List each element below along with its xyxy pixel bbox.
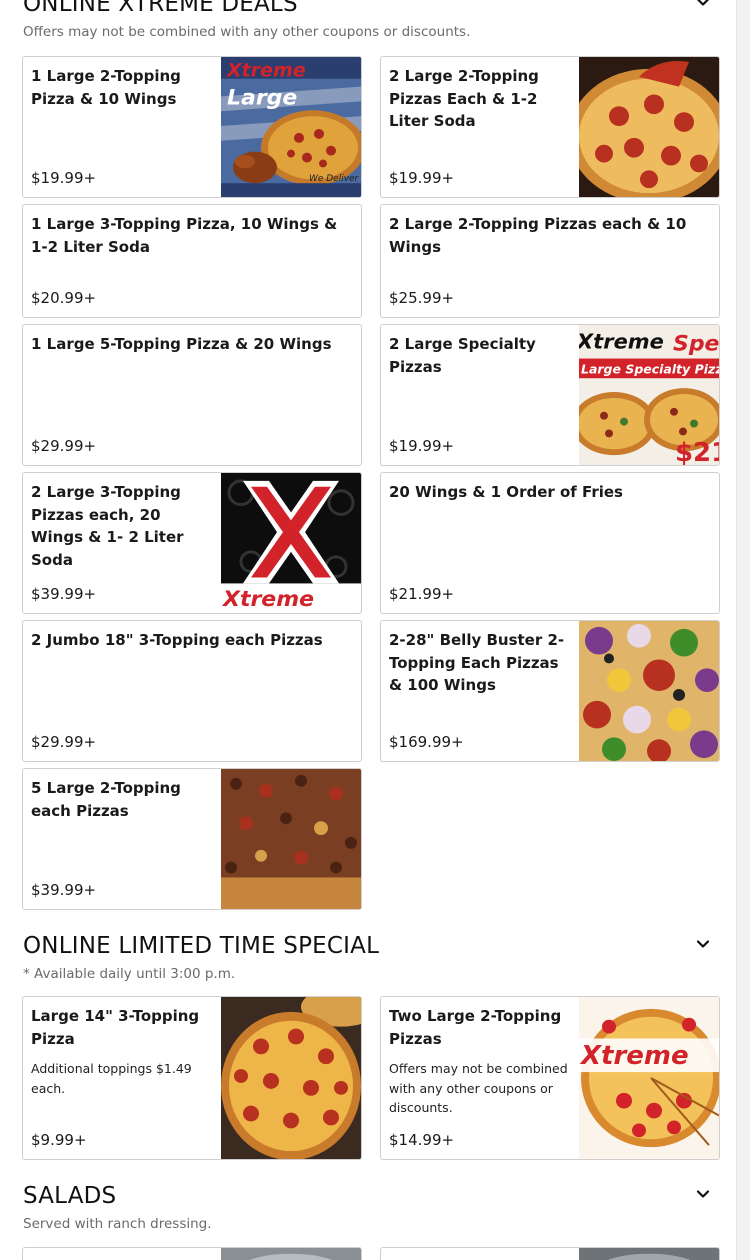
item-price: $39.99+ xyxy=(31,881,97,899)
salad-photo xyxy=(579,1248,719,1260)
promo-specialty-banner: Large Specialty Pizza xyxy=(581,361,719,376)
pizza-wings-promo-photo: Xtreme Large We Deliver xyxy=(221,57,361,197)
item-price: $21.99+ xyxy=(389,585,455,603)
item-name: Large 14" 3-Topping Pizza xyxy=(31,1007,200,1048)
item-name: Two Large 2-Topping Pizzas xyxy=(389,1007,562,1048)
pepperoni-pizza-slice-photo xyxy=(579,57,719,197)
item-description: Additional toppings $1.49 each. xyxy=(31,1061,192,1096)
menu-item-card[interactable]: 2 Large 2-Topping Pizzas Each & 1-2 Lite… xyxy=(380,56,720,198)
promo-large-text: Large xyxy=(227,85,297,110)
promo-xtreme-text: Xtreme xyxy=(579,330,664,354)
pepperoni-pizza-photo xyxy=(221,997,361,1159)
xtreme-pizza-logo-image: Xtreme xyxy=(579,997,719,1159)
menu-item-card[interactable]: 2-28" Belly Buster 2-Topping Each Pizzas… xyxy=(380,620,720,762)
xtreme-logo-image: Xtreme xyxy=(221,473,361,613)
chevron-down-icon[interactable] xyxy=(695,936,711,952)
item-price: $20.99+ xyxy=(31,289,97,307)
salad-photo xyxy=(221,1248,361,1260)
section-header-salads[interactable]: SALADS Served with ranch dressing. xyxy=(23,1182,723,1232)
logo-xtreme-text: Xtreme xyxy=(579,1041,689,1071)
menu-item-card[interactable]: 2 Large 3-Topping Pizzas each, 20 Wings … xyxy=(22,472,362,614)
menu-item-card[interactable]: Two Large 2-Topping Pizzas Offers may no… xyxy=(380,996,720,1160)
menu-item-card[interactable]: 1 Large 3-Topping Pizza, 10 Wings & 1-2 … xyxy=(22,204,362,318)
promo-xtreme-text: Xtreme xyxy=(226,60,306,82)
item-name: 2 Large 3-Topping Pizzas each, 20 Wings … xyxy=(31,483,184,569)
section-subtitle: Offers may not be combined with any othe… xyxy=(23,24,471,40)
logo-xtreme-text: Xtreme xyxy=(221,587,314,612)
section-header-xtreme-deals[interactable]: ONLINE XTREME DEALS Offers may not be co… xyxy=(23,0,723,40)
section-title: ONLINE LIMITED TIME SPECIAL xyxy=(23,933,380,959)
item-name: 20 Wings & 1 Order of Fries xyxy=(389,483,623,501)
promo-we-deliver-text: We Deliver xyxy=(309,174,360,184)
item-price: $19.99+ xyxy=(31,169,97,187)
item-price: $29.99+ xyxy=(31,437,97,455)
page-scrollbar[interactable] xyxy=(736,0,750,1260)
chevron-down-icon[interactable] xyxy=(695,1186,711,1202)
item-name: 1 Large 5-Topping Pizza & 20 Wings xyxy=(31,335,332,353)
menu-item-card[interactable]: 2 Jumbo 18" 3-Topping each Pizzas $29.99… xyxy=(22,620,362,762)
menu-item-card[interactable]: 5 Large 2-Topping each Pizzas $39.99+ xyxy=(22,768,362,910)
menu-item-card[interactable]: 2 Large 2-Topping Pizzas each & 10 Wings… xyxy=(380,204,720,318)
promo-spec-text: Spec xyxy=(673,332,719,357)
menu-item-card[interactable] xyxy=(380,1247,720,1260)
item-name: 5 Large 2-Topping each Pizzas xyxy=(31,779,181,820)
supreme-pizza-photo xyxy=(579,621,719,761)
section-subtitle: Served with ranch dressing. xyxy=(23,1216,212,1232)
item-price: $39.99+ xyxy=(31,585,97,603)
item-price: $9.99+ xyxy=(31,1131,87,1149)
section-subtitle: * Available daily until 3:00 p.m. xyxy=(23,966,236,982)
item-price: $19.99+ xyxy=(389,169,455,187)
chevron-down-icon[interactable] xyxy=(695,0,711,10)
item-description: Offers may not be combined with any othe… xyxy=(389,1061,568,1115)
menu-item-card[interactable]: 1 Large 2-Topping Pizza & 10 Wings $19.9… xyxy=(22,56,362,198)
item-name: 2 Large Specialty Pizzas xyxy=(389,335,536,376)
item-name: 1 Large 3-Topping Pizza, 10 Wings & 1-2 … xyxy=(31,215,338,256)
item-name: 2-28" Belly Buster 2-Topping Each Pizzas… xyxy=(389,631,565,694)
item-price: $19.99+ xyxy=(389,437,455,455)
meat-pizza-photo xyxy=(221,769,361,909)
item-price: $25.99+ xyxy=(389,289,455,307)
item-name: 2 Large 2-Topping Pizzas Each & 1-2 Lite… xyxy=(389,67,539,130)
item-name: 2 Jumbo 18" 3-Topping each Pizzas xyxy=(31,631,323,649)
promo-price-text: $21 xyxy=(675,438,719,465)
menu-item-card[interactable]: 1 Large 5-Topping Pizza & 20 Wings $29.9… xyxy=(22,324,362,466)
item-price: $14.99+ xyxy=(389,1131,455,1149)
menu-item-card[interactable]: 20 Wings & 1 Order of Fries $21.99+ xyxy=(380,472,720,614)
specialty-pizza-promo-photo: Xtreme Spec Large Specialty Pizza $21 xyxy=(579,325,719,465)
section-header-limited-time-special[interactable]: ONLINE LIMITED TIME SPECIAL * Available … xyxy=(23,932,723,982)
menu-item-card[interactable]: Large 14" 3-Topping Pizza Additional top… xyxy=(22,996,362,1160)
section-title: SALADS xyxy=(23,1183,117,1209)
menu-item-card[interactable] xyxy=(22,1247,362,1260)
item-name: 1 Large 2-Topping Pizza & 10 Wings xyxy=(31,67,181,108)
item-name: 2 Large 2-Topping Pizzas each & 10 Wings xyxy=(389,215,687,256)
section-title: ONLINE XTREME DEALS xyxy=(23,0,298,17)
item-price: $29.99+ xyxy=(31,733,97,751)
item-price: $169.99+ xyxy=(389,733,464,751)
menu-item-card[interactable]: 2 Large Specialty Pizzas $19.99+ Xtreme … xyxy=(380,324,720,466)
